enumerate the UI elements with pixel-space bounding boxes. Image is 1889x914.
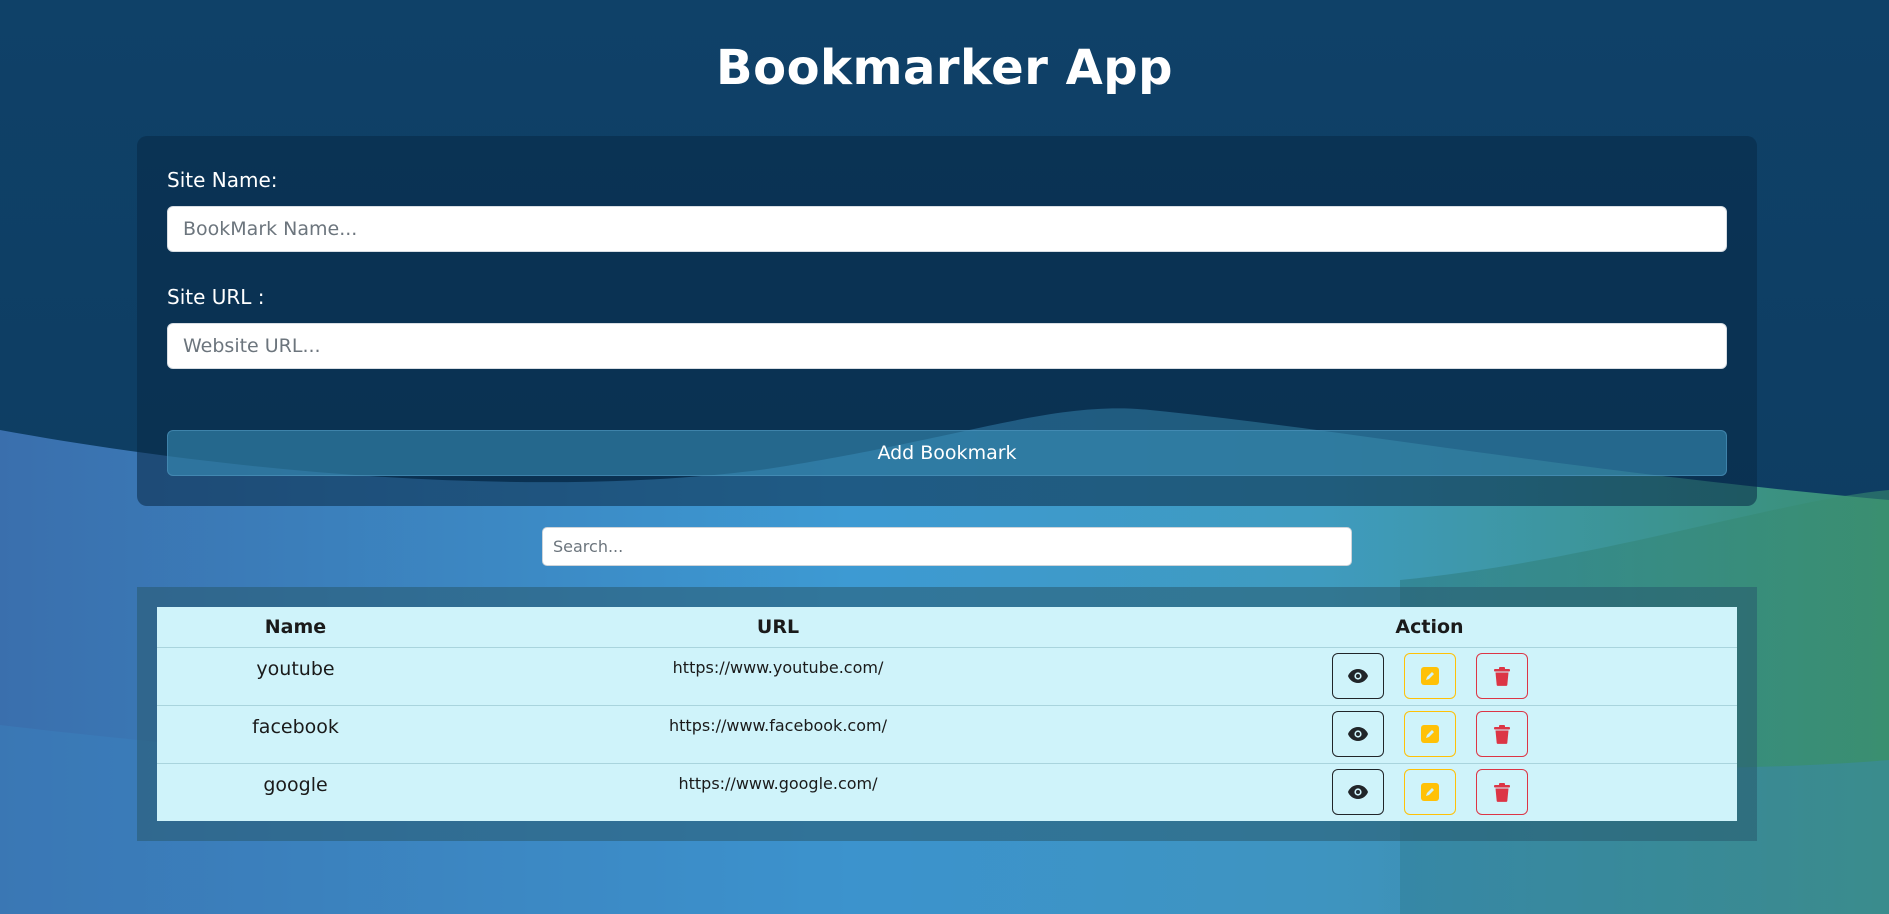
header-action: Action: [1122, 607, 1737, 648]
trash-icon: [1493, 724, 1510, 744]
search-input[interactable]: [542, 527, 1352, 566]
table-row: facebook https://www.facebook.com/: [157, 705, 1737, 764]
delete-button[interactable]: [1475, 769, 1528, 815]
table-row: google https://www.google.com/: [157, 764, 1737, 822]
bookmark-form: Site Name: Site URL : Add Bookmark: [137, 136, 1757, 506]
bookmark-name: facebook: [252, 716, 339, 738]
cell-actions: [1122, 705, 1737, 764]
cell-name: google: [157, 764, 434, 822]
cell-actions: [1122, 647, 1737, 706]
cell-url: https://www.google.com/: [434, 764, 1122, 822]
site-url-input[interactable]: [167, 323, 1727, 369]
page-title: Bookmarker App: [716, 40, 1173, 96]
site-name-input[interactable]: [167, 206, 1727, 252]
site-url-label: Site URL :: [167, 285, 265, 309]
edit-button[interactable]: [1403, 769, 1456, 815]
view-button[interactable]: [1331, 769, 1384, 815]
bookmark-name: google: [263, 774, 328, 796]
add-bookmark-button[interactable]: Add Bookmark: [167, 430, 1727, 476]
view-button[interactable]: [1331, 711, 1384, 757]
site-name-label: Site Name:: [167, 168, 278, 192]
edit-button[interactable]: [1403, 711, 1456, 757]
header-url: URL: [434, 607, 1122, 648]
view-button[interactable]: [1331, 653, 1384, 699]
cell-actions: [1122, 764, 1737, 822]
table-header-row: Name URL Action: [157, 607, 1737, 648]
bookmark-url: https://www.facebook.com/: [669, 716, 887, 735]
header-name: Name: [157, 607, 434, 648]
eye-icon: [1347, 727, 1368, 741]
delete-button[interactable]: [1475, 653, 1528, 699]
bookmarks-table-container: Name URL Action youtube https://www.yout…: [137, 587, 1757, 841]
pencil-square-icon: [1420, 725, 1439, 743]
pencil-square-icon: [1420, 667, 1439, 685]
cell-name: facebook: [157, 705, 434, 764]
eye-icon: [1347, 669, 1368, 683]
pencil-square-icon: [1420, 783, 1439, 801]
bookmark-url: https://www.youtube.com/: [672, 658, 884, 677]
table-row: youtube https://www.youtube.com/: [157, 647, 1737, 706]
eye-icon: [1347, 785, 1368, 799]
bookmark-name: youtube: [256, 658, 335, 680]
trash-icon: [1493, 782, 1510, 802]
cell-url: https://www.facebook.com/: [434, 705, 1122, 764]
bookmarks-table: Name URL Action youtube https://www.yout…: [157, 607, 1737, 821]
bookmark-url: https://www.google.com/: [678, 774, 878, 793]
trash-icon: [1493, 666, 1510, 686]
edit-button[interactable]: [1403, 653, 1456, 699]
delete-button[interactable]: [1475, 711, 1528, 757]
cell-url: https://www.youtube.com/: [434, 647, 1122, 706]
cell-name: youtube: [157, 647, 434, 706]
